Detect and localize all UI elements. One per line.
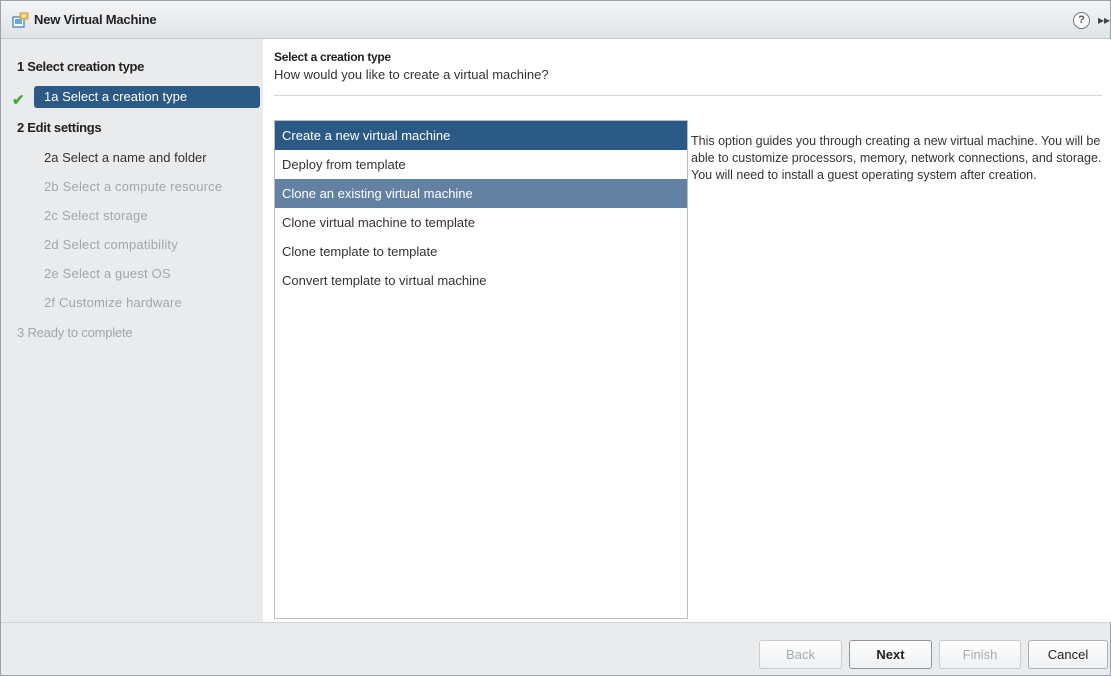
step-2d-compatibility: 2d Select compatibility [44, 237, 178, 252]
dialog-footer: Back Next Finish Cancel [1, 622, 1110, 675]
step-2c-storage: 2c Select storage [44, 208, 148, 223]
help-icon[interactable]: ? [1073, 12, 1090, 29]
step-2f-customize-hardware: 2f Customize hardware [44, 295, 182, 310]
step-select-creation-type: 1 Select creation type [17, 59, 145, 74]
option-create-new-vm[interactable]: Create a new virtual machine [275, 121, 687, 150]
option-deploy-from-template[interactable]: Deploy from template [275, 150, 687, 179]
back-button[interactable]: Back [759, 640, 842, 669]
cancel-button[interactable]: Cancel [1028, 640, 1108, 669]
step-2e-guest-os: 2e Select a guest OS [44, 266, 171, 281]
option-clone-template-to-template[interactable]: Clone template to template [275, 237, 687, 266]
option-clone-existing-vm[interactable]: Clone an existing virtual machine [275, 179, 687, 208]
next-button[interactable]: Next [849, 640, 932, 669]
dialog-title: New Virtual Machine [34, 12, 157, 27]
option-convert-template-to-vm[interactable]: Convert template to virtual machine [275, 266, 687, 295]
option-clone-vm-to-template[interactable]: Clone virtual machine to template [275, 208, 687, 237]
check-icon: ✔ [12, 92, 25, 109]
step-1a-select-creation-type[interactable]: 1a Select a creation type [34, 86, 260, 108]
finish-button[interactable]: Finish [939, 640, 1021, 669]
dialog-titlebar: New Virtual Machine ? ▸▸ [1, 1, 1110, 39]
step-ready-to-complete: 3 Ready to complete [17, 325, 133, 340]
creation-type-list[interactable]: Create a new virtual machine Deploy from… [274, 120, 688, 619]
new-vm-dialog: New Virtual Machine ? ▸▸ 1 Select creati… [0, 0, 1111, 676]
virtual-machine-icon [12, 12, 29, 28]
page-title: Select a creation type [274, 50, 391, 64]
divider [274, 95, 1102, 96]
wizard-steps-sidebar: 1 Select creation type ✔ 1a Select a cre… [1, 39, 263, 622]
step-edit-settings: 2 Edit settings [17, 120, 102, 135]
page-subtitle: How would you like to create a virtual m… [274, 67, 549, 82]
step-2a-name-and-folder[interactable]: 2a Select a name and folder [44, 147, 207, 169]
step-2b-compute-resource: 2b Select a compute resource [44, 179, 223, 194]
option-description: This option guides you through creating … [691, 134, 1102, 182]
collapse-icon[interactable]: ▸▸ [1098, 13, 1110, 27]
wizard-content: Select a creation type How would you lik… [263, 39, 1111, 622]
